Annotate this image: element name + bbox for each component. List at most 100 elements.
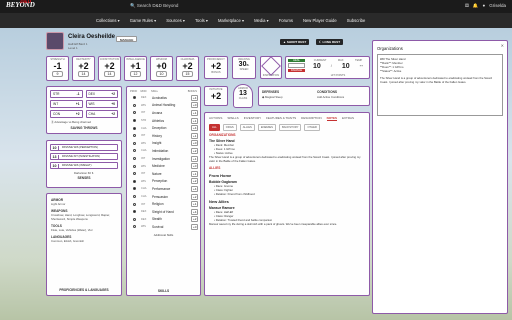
tab-features-traits[interactable]: FEATURES & TRAITS bbox=[266, 116, 296, 121]
subtab-other[interactable]: OTHER bbox=[304, 124, 320, 131]
nav-new-player-guide[interactable]: New Player Guide bbox=[303, 18, 337, 23]
skill-row[interactable]: INT History +1 bbox=[127, 132, 200, 140]
ability-constitution[interactable]: CONSTITUTION +2 14 bbox=[98, 56, 121, 81]
skill-row[interactable]: WIS Survival +0 bbox=[127, 223, 200, 231]
bell-icon[interactable]: 🔔 bbox=[473, 3, 479, 9]
site-logo[interactable]: D&D BEYOND bbox=[6, 0, 35, 9]
skill-row[interactable]: INT Investigation +1 bbox=[127, 155, 200, 163]
search-bar[interactable]: 🔍 Search D&D Beyond bbox=[130, 3, 178, 9]
ability-wisdom[interactable]: WISDOM +0 10 bbox=[150, 56, 173, 81]
save-int[interactable]: INT +1 bbox=[50, 100, 83, 108]
user-avatar-icon[interactable]: ● bbox=[483, 3, 486, 9]
proficiency-dot-icon bbox=[132, 103, 136, 107]
hp-max: 10 bbox=[341, 63, 350, 70]
skill-row[interactable]: CHA Performance +4 bbox=[127, 185, 200, 193]
skill-row[interactable]: WIS Perception +2 bbox=[127, 178, 200, 186]
hp-current[interactable]: 10 bbox=[313, 63, 321, 70]
top-bar: D&D BEYOND 🔍 Search D&D Beyond ⚄ 🔔 ● Gris… bbox=[0, 0, 512, 13]
nav-game-rules[interactable]: Game Rules ▾ bbox=[130, 18, 157, 23]
save-dex[interactable]: DEX +2 bbox=[85, 90, 118, 98]
skill-row[interactable]: INT Religion +1 bbox=[127, 200, 200, 208]
defenses-conditions-box[interactable]: DEFENSES ◆ Magical Sleep CONDITIONS Add … bbox=[258, 86, 370, 106]
side-panel: ✕ Organizations ### The Silver Hand **Ra… bbox=[372, 40, 508, 314]
subtab-all[interactable]: ALL bbox=[209, 124, 220, 131]
senses-box: 10 PASSIVE WIS (PERCEPTION) 13 PASSIVE INT … bbox=[46, 140, 122, 188]
tab-description[interactable]: DESCRIPTION bbox=[301, 116, 322, 121]
ability-charisma[interactable]: CHARISMA +2 15 bbox=[176, 56, 199, 81]
skill-row[interactable]: WIS Animal Handling +0 bbox=[127, 102, 200, 110]
short-rest-button[interactable]: ▲ SHORT REST bbox=[280, 39, 310, 45]
skill-row[interactable]: CHA Deception +4 bbox=[127, 124, 200, 132]
initiative-box[interactable]: INITIATIVE +2 bbox=[204, 86, 228, 106]
inspiration-box[interactable]: INSPIRATION bbox=[260, 56, 282, 79]
long-rest-button[interactable]: ☾ LONG REST bbox=[316, 39, 344, 45]
saving-throw-row: CON +2 CHA +2 bbox=[50, 110, 118, 118]
save-str[interactable]: STR -1 bbox=[50, 90, 83, 98]
hp-change-input[interactable] bbox=[288, 63, 305, 68]
additional-skills-link[interactable]: Additional Skills bbox=[127, 233, 200, 237]
dice-icon[interactable]: ⚄ bbox=[465, 3, 469, 9]
nav-subscribe[interactable]: Subscribe bbox=[347, 18, 366, 23]
skill-row[interactable]: CHA Intimidation +2 bbox=[127, 147, 200, 155]
skill-row[interactable]: CHA Persuasion +2 bbox=[127, 193, 200, 201]
skill-row[interactable]: INT Nature +1 bbox=[127, 170, 200, 178]
proficiency-dot-icon bbox=[132, 202, 136, 206]
character-subtitle: Half-Elf Bard 1 Level 1 bbox=[68, 42, 88, 50]
skill-row[interactable]: STR Athletics +1 bbox=[127, 117, 200, 125]
skills-box: PROF MOD SKILL BONUS DEX Acrobatics +4 WIS … bbox=[126, 86, 201, 296]
character-name: Cleira Oesheilde bbox=[68, 34, 116, 40]
tab-extras[interactable]: EXTRAS bbox=[342, 116, 354, 121]
saving-throw-row: STR -1 DEX +2 bbox=[50, 90, 118, 98]
proficiency-dot-icon bbox=[132, 217, 136, 221]
hp-temp[interactable]: -- bbox=[360, 63, 363, 70]
damage-button[interactable]: DAMAGE bbox=[288, 69, 305, 72]
proficiencies-box[interactable]: ARMOR Light Armor WEAPONS Crossbow, Hand… bbox=[46, 193, 122, 296]
ability-intelligence[interactable]: INTELLIGENCE +1 12 bbox=[124, 56, 147, 81]
walking-speed-box: WALKING 30ft. SPEED bbox=[232, 56, 256, 79]
tab-spells[interactable]: SPELLS bbox=[227, 116, 238, 121]
subtab-orgs[interactable]: ORGS bbox=[222, 124, 237, 131]
ability-dexterity[interactable]: DEXTERITY +2 14 bbox=[72, 56, 95, 81]
nav-collections[interactable]: Collections ▾ bbox=[96, 18, 120, 23]
manage-button[interactable]: MANAGE bbox=[116, 36, 138, 42]
proficiency-dot-icon bbox=[132, 179, 136, 183]
tab-actions[interactable]: ACTIONS bbox=[209, 116, 222, 121]
ability-strength[interactable]: STRENGTH -1 9 bbox=[46, 56, 69, 81]
saving-throw-row: INT +1 WIS +0 bbox=[50, 100, 118, 108]
nav-tools[interactable]: Tools ▾ bbox=[195, 18, 208, 23]
armor-class-shield[interactable]: ARMOR 13 CLASS bbox=[233, 84, 253, 108]
sense-row: 13 PASSIVE INT (INVESTIGATION) bbox=[50, 153, 118, 160]
save-con[interactable]: CON +2 bbox=[50, 110, 83, 118]
save-cha[interactable]: CHA +2 bbox=[85, 110, 118, 118]
proficiency-dot-icon bbox=[132, 225, 136, 229]
proficiency-dot-icon bbox=[132, 195, 136, 199]
nav-forums[interactable]: Forums bbox=[279, 18, 293, 23]
skill-row[interactable]: DEX Sleight of Hand +4 bbox=[127, 208, 200, 216]
main-nav: Collections ▾ Game Rules ▾ Sources ▾ Too… bbox=[0, 13, 512, 28]
proficiency-dot-icon bbox=[132, 111, 136, 115]
character-portrait[interactable] bbox=[46, 32, 64, 50]
save-wis[interactable]: WIS +0 bbox=[85, 100, 118, 108]
proficiency-dot-icon bbox=[132, 157, 136, 161]
nav-media[interactable]: Media ▾ bbox=[254, 18, 269, 23]
inspiration-toggle[interactable] bbox=[261, 56, 281, 76]
subtab-enemies[interactable]: ENEMIES bbox=[257, 124, 276, 131]
close-icon[interactable]: ✕ bbox=[501, 43, 504, 48]
skill-row[interactable]: DEX Stealth +2 bbox=[127, 216, 200, 224]
skill-row[interactable]: DEX Acrobatics +4 bbox=[127, 94, 200, 102]
tab-inventory[interactable]: INVENTORY bbox=[244, 116, 261, 121]
username[interactable]: Griselda bbox=[489, 3, 506, 9]
tab-notes[interactable]: NOTES bbox=[326, 116, 338, 121]
side-panel-editor[interactable]: ### The Silver Hand **Rank**: Member **Du… bbox=[377, 54, 503, 116]
notes-panel: ACTIONS SPELLS INVENTORY FEATURES & TRAITS D… bbox=[204, 112, 370, 296]
skill-row[interactable]: INT Arcana +1 bbox=[127, 109, 200, 117]
nav-marketplace[interactable]: Marketplace ▾ bbox=[218, 18, 244, 23]
nav-sources[interactable]: Sources ▾ bbox=[166, 18, 185, 23]
skill-row[interactable]: WIS Medicine +0 bbox=[127, 162, 200, 170]
skill-row[interactable]: WIS Insight +0 bbox=[127, 140, 200, 148]
subtab-backstory[interactable]: BACKSTORY bbox=[278, 124, 302, 131]
subtab-allies[interactable]: ALLIES bbox=[239, 124, 255, 131]
heal-button[interactable]: HEAL bbox=[288, 59, 305, 62]
proficiency-dot-icon bbox=[132, 119, 136, 123]
search-placeholder: Search D&D Beyond bbox=[136, 3, 179, 8]
